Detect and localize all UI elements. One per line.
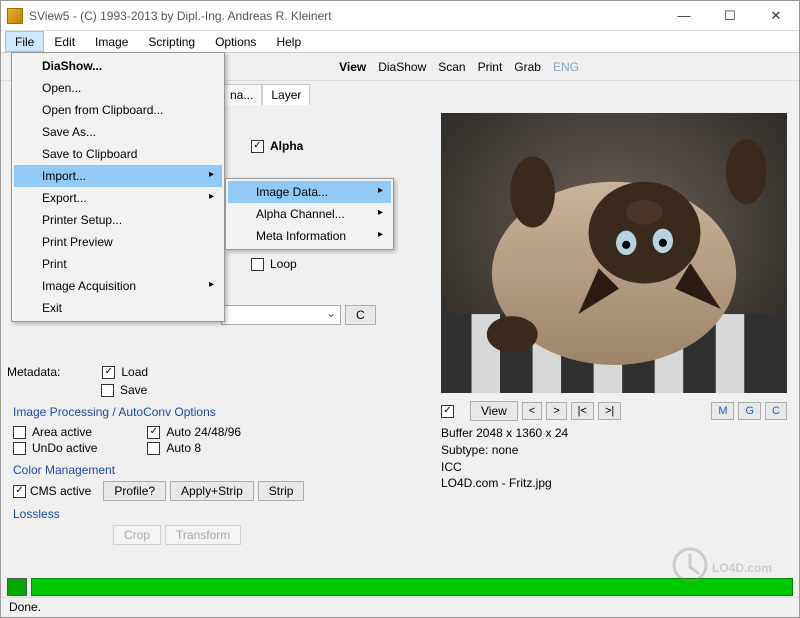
mi-alpha-channel[interactable]: Alpha Channel... bbox=[228, 203, 391, 225]
c2-button[interactable]: C bbox=[765, 402, 787, 420]
mi-export[interactable]: Export... bbox=[14, 187, 222, 209]
auto8-label: Auto 8 bbox=[166, 441, 201, 455]
loop-label: Loop bbox=[270, 257, 297, 271]
area-active-label: Area active bbox=[32, 425, 92, 439]
toolbar-diashow[interactable]: DiaShow bbox=[378, 60, 426, 74]
tab-na[interactable]: na... bbox=[221, 84, 262, 105]
cms-active-checkbox[interactable] bbox=[13, 485, 26, 498]
metadata-load-label: Load bbox=[121, 365, 148, 379]
menu-file[interactable]: File bbox=[5, 31, 44, 52]
mi-diashow[interactable]: DiaShow... bbox=[14, 55, 222, 77]
c-button[interactable]: C bbox=[345, 305, 376, 325]
mi-image-acquisition[interactable]: Image Acquisition bbox=[14, 275, 222, 297]
auto8-checkbox[interactable] bbox=[147, 442, 160, 455]
info-buffer: Buffer 2048 x 1360 x 24 bbox=[441, 425, 787, 442]
image-preview bbox=[441, 113, 787, 393]
menu-scripting[interactable]: Scripting bbox=[138, 31, 205, 52]
undo-active-label: UnDo active bbox=[32, 441, 97, 455]
titlebar: SView5 - (C) 1993-2013 by Dipl.-Ing. And… bbox=[1, 1, 799, 31]
toolbar-print[interactable]: Print bbox=[478, 60, 503, 74]
auto24-label: Auto 24/48/96 bbox=[166, 425, 241, 439]
mi-printer-setup[interactable]: Printer Setup... bbox=[14, 209, 222, 231]
toolbar-view[interactable]: View bbox=[339, 60, 366, 74]
file-menu: DiaShow... Open... Open from Clipboard..… bbox=[11, 52, 225, 322]
metadata-load-checkbox[interactable] bbox=[102, 366, 115, 379]
auto24-checkbox[interactable] bbox=[147, 426, 160, 439]
toolbar-eng[interactable]: ENG bbox=[553, 60, 579, 74]
info-checkbox[interactable] bbox=[441, 405, 454, 418]
area-active-checkbox[interactable] bbox=[13, 426, 26, 439]
mi-exit[interactable]: Exit bbox=[14, 297, 222, 319]
info-filename: LO4D.com - Fritz.jpg bbox=[441, 475, 787, 492]
transform-button[interactable]: Transform bbox=[165, 525, 241, 545]
menubar: File Edit Image Scripting Options Help bbox=[1, 31, 799, 53]
loop-checkbox[interactable] bbox=[251, 258, 264, 271]
import-submenu: Image Data... Alpha Channel... Meta Info… bbox=[225, 178, 394, 250]
mi-print[interactable]: Print bbox=[14, 253, 222, 275]
applystrip-button[interactable]: Apply+Strip bbox=[170, 481, 254, 501]
window-title: SView5 - (C) 1993-2013 by Dipl.-Ing. And… bbox=[29, 9, 661, 23]
cms-active-label: CMS active bbox=[30, 484, 91, 498]
menu-image[interactable]: Image bbox=[85, 31, 138, 52]
group-imageprocessing: Image Processing / AutoConv Options bbox=[13, 405, 429, 419]
view-button[interactable]: View bbox=[470, 401, 518, 421]
nav-prev-button[interactable]: < bbox=[522, 402, 542, 420]
mi-open[interactable]: Open... bbox=[14, 77, 222, 99]
mi-save-clipboard[interactable]: Save to Clipboard bbox=[14, 143, 222, 165]
nav-first-button[interactable]: |< bbox=[571, 402, 594, 420]
combo-select[interactable] bbox=[221, 305, 341, 325]
m-button[interactable]: M bbox=[711, 402, 734, 420]
g-button[interactable]: G bbox=[738, 402, 761, 420]
alpha-checkbox[interactable] bbox=[251, 140, 264, 153]
toolbar-grab[interactable]: Grab bbox=[514, 60, 541, 74]
metadata-save-checkbox[interactable] bbox=[101, 384, 114, 397]
app-icon bbox=[7, 8, 23, 24]
status-text: Done. bbox=[1, 597, 799, 617]
nav-last-button[interactable]: >| bbox=[598, 402, 621, 420]
close-button[interactable]: ✕ bbox=[753, 1, 799, 31]
minimize-button[interactable]: — bbox=[661, 1, 707, 31]
group-lossless: Lossless bbox=[13, 507, 429, 521]
crop-button[interactable]: Crop bbox=[113, 525, 161, 545]
alpha-label: Alpha bbox=[270, 139, 303, 153]
group-colormanagement: Color Management bbox=[13, 463, 429, 477]
menu-options[interactable]: Options bbox=[205, 31, 266, 52]
mi-print-preview[interactable]: Print Preview bbox=[14, 231, 222, 253]
mi-meta-information[interactable]: Meta Information bbox=[228, 225, 391, 247]
mi-image-data[interactable]: Image Data... bbox=[228, 181, 391, 203]
strip-button[interactable]: Strip bbox=[258, 481, 305, 501]
info-subtype: Subtype: none bbox=[441, 442, 787, 459]
toolbar-scan[interactable]: Scan bbox=[438, 60, 465, 74]
color-well[interactable] bbox=[7, 578, 27, 596]
undo-active-checkbox[interactable] bbox=[13, 442, 26, 455]
mi-open-clipboard[interactable]: Open from Clipboard... bbox=[14, 99, 222, 121]
mi-import[interactable]: Import... bbox=[14, 165, 222, 187]
tab-layer[interactable]: Layer bbox=[262, 84, 310, 105]
metadata-save-label: Save bbox=[120, 383, 147, 397]
nav-next-button[interactable]: > bbox=[546, 402, 566, 420]
metadata-label: Metadata: bbox=[7, 365, 60, 379]
maximize-button[interactable]: ☐ bbox=[707, 1, 753, 31]
info-icc: ICC bbox=[441, 459, 787, 476]
progress-bar bbox=[31, 578, 793, 596]
menu-help[interactable]: Help bbox=[266, 31, 311, 52]
mi-save-as[interactable]: Save As... bbox=[14, 121, 222, 143]
menu-edit[interactable]: Edit bbox=[44, 31, 85, 52]
profile-button[interactable]: Profile? bbox=[103, 481, 166, 501]
